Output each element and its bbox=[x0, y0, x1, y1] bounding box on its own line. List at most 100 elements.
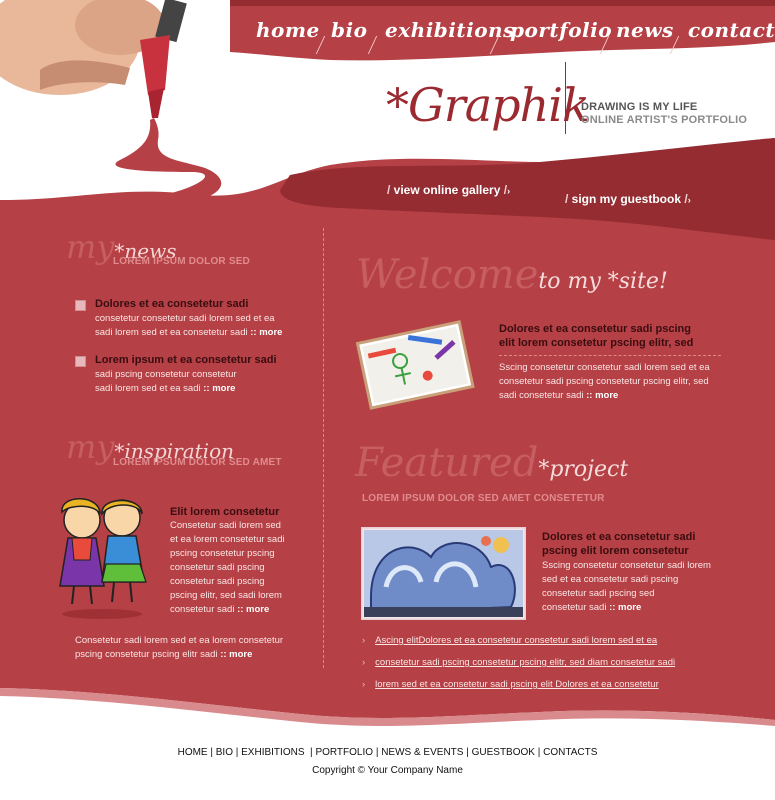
featured-subtitle: LOREM IPSUM DOLOR SED AMET CONSETETUR bbox=[362, 493, 605, 504]
footer-link-contacts[interactable]: CONTACTS bbox=[543, 747, 597, 758]
arrow-icon: › bbox=[507, 186, 511, 196]
more-link[interactable]: :: more bbox=[609, 602, 641, 613]
welcome-heading-small: to my *site! bbox=[538, 269, 668, 294]
inspiration-line: consetetur sadi pscing bbox=[170, 562, 265, 573]
tagline-primary: DRAWING IS MY LIFE bbox=[581, 101, 698, 113]
news-subtitle: LOREM IPSUM DOLOR SED bbox=[113, 256, 250, 267]
featured-link[interactable]: › Ascing elitDolores et ea consetetur con… bbox=[362, 635, 657, 646]
news-item-line: sadi lorem sed et ea sadi bbox=[95, 382, 201, 394]
slash-icon: / bbox=[565, 192, 572, 206]
featured-title-line: Dolores et ea consetetur sadi bbox=[542, 531, 696, 543]
slash-icon: / bbox=[681, 192, 688, 206]
featured-heading: Featured*project bbox=[355, 440, 628, 486]
featured-text-line: Sscing consetetur consetetur sadi lorem bbox=[542, 560, 711, 571]
featured-link-text: Ascing elitDolores et ea consetetur cons… bbox=[375, 635, 658, 646]
welcome-heading-big: Welcome bbox=[356, 252, 539, 298]
welcome-text-line: consetetur sadi pscing consetetur pscing… bbox=[499, 376, 709, 387]
inspiration-line: et ea lorem consetetur sadi bbox=[170, 534, 285, 545]
graffiti-image[interactable] bbox=[361, 527, 526, 620]
view-gallery-label: view online gallery bbox=[393, 183, 501, 197]
featured-heading-small: *project bbox=[538, 457, 629, 482]
featured-heading-big: Featured bbox=[355, 440, 539, 486]
welcome-text-line: Sscing consetetur consetetur sadi lorem … bbox=[499, 362, 710, 373]
dashed-divider bbox=[499, 355, 721, 356]
inspiration-line: pscing elitr, sed sadi lorem bbox=[170, 590, 282, 601]
featured-text-line: sed et ea consetetur sadi pscing bbox=[542, 574, 679, 585]
inspiration-heading-my: my bbox=[66, 428, 115, 466]
footer-link-bio[interactable]: BIO bbox=[216, 747, 233, 758]
site-logo[interactable]: *Graphik bbox=[386, 78, 590, 132]
footer-link-news-events[interactable]: NEWS & EVENTS bbox=[381, 747, 463, 758]
inspiration-subtitle: LOREM IPSUM DOLOR SED AMET bbox=[113, 457, 282, 468]
nav-exhibitions[interactable]: exhibitions bbox=[385, 18, 515, 42]
inspiration-footer-text: Consetetur sadi lorem sed et ea lorem co… bbox=[75, 634, 315, 662]
crayon-drawing-image[interactable] bbox=[353, 318, 478, 410]
featured-link[interactable]: › consetetur sadi pscing consetetur pscin… bbox=[362, 657, 675, 668]
news-item-title[interactable]: Lorem ipsum et ea consetetur sadi bbox=[95, 354, 277, 366]
news-item-text: sadi pscing consetetur consetetur sadi l… bbox=[95, 368, 310, 395]
welcome-title-line: elit lorem consetetur pscing elitr, sed bbox=[499, 337, 694, 349]
inspiration-line: consetetur sadi pscing bbox=[170, 576, 265, 587]
inspiration-item-text: Consetetur sadi lorem sed et ea lorem co… bbox=[170, 519, 310, 617]
guestbook-label: sign my guestbook bbox=[571, 192, 682, 206]
featured-title-line: pscing elit lorem consetetur bbox=[542, 545, 689, 557]
footer-nav: HOME | BIO | EXHIBITIONS | PORTFOLIO | N… bbox=[177, 747, 598, 758]
column-divider bbox=[323, 228, 324, 668]
footer-link-portfolio[interactable]: PORTFOLIO bbox=[315, 747, 373, 758]
footer-link-home[interactable]: HOME bbox=[178, 747, 208, 758]
copyright: Copyright © Your Company Name bbox=[312, 765, 463, 776]
news-item-line: consetetur consetetur sadi lorem sed et … bbox=[95, 313, 275, 324]
kids-drawing-image[interactable] bbox=[50, 494, 154, 620]
footer-link-exhibitions[interactable]: EXHIBITIONS bbox=[241, 747, 304, 758]
bullet-icon bbox=[75, 300, 86, 311]
inspiration-line: pscing consetetur pscing bbox=[170, 548, 275, 559]
main-nav: home bio exhibitions portfolio news cont… bbox=[0, 18, 775, 58]
welcome-title-line: Dolores et ea consetetur sadi pscing bbox=[499, 323, 691, 335]
news-heading-my: my bbox=[66, 228, 115, 266]
news-item-text: consetetur consetetur sadi lorem sed et … bbox=[95, 312, 310, 339]
news-item-line: sadi lorem sed et ea consetetur sadi bbox=[95, 326, 248, 338]
arrow-icon: › bbox=[687, 195, 691, 205]
nav-contact[interactable]: contact bbox=[688, 18, 775, 42]
welcome-item-title[interactable]: Dolores et ea consetetur sadi pscing eli… bbox=[499, 322, 739, 350]
more-link[interactable]: :: more bbox=[586, 390, 618, 401]
tagline-secondary: ONLINE ARTIST'S PORTFOLIO bbox=[581, 114, 748, 126]
featured-text-line: consetetur sadi pscing sed bbox=[542, 588, 655, 599]
featured-link[interactable]: › lorem sed et ea consetetur sadi pscing … bbox=[362, 679, 659, 690]
nav-home[interactable]: home bbox=[256, 18, 320, 42]
featured-text-line: consetetur sadi bbox=[542, 602, 607, 613]
view-gallery-link[interactable]: / view online gallery /› bbox=[387, 183, 510, 197]
inspiration-line: Consetetur sadi lorem sed bbox=[170, 520, 281, 531]
more-link[interactable]: :: more bbox=[220, 649, 252, 660]
featured-item-title[interactable]: Dolores et ea consetetur sadi pscing eli… bbox=[542, 530, 742, 558]
featured-link-text: lorem sed et ea consetetur sadi pscing e… bbox=[375, 679, 659, 690]
more-link[interactable]: :: more bbox=[250, 327, 282, 338]
nav-separator bbox=[367, 36, 380, 54]
welcome-text-line: sadi consetetur sadi bbox=[499, 390, 584, 401]
inspiration-line: consetetur sadi bbox=[170, 604, 235, 615]
inspiration-footer-line: pscing consetetur pscing elitr sadi bbox=[75, 649, 218, 660]
news-item-title[interactable]: Dolores et ea consetetur sadi bbox=[95, 298, 248, 310]
welcome-item-text: Sscing consetetur consetetur sadi lorem … bbox=[499, 361, 739, 403]
featured-link-text: consetetur sadi pscing consetetur pscing… bbox=[375, 657, 676, 668]
nav-news[interactable]: news bbox=[616, 18, 674, 42]
arrow-bullet-icon: › bbox=[362, 657, 366, 668]
news-item: Dolores et ea consetetur sadi consetetur… bbox=[75, 298, 305, 344]
inspiration-item-title[interactable]: Elit lorem consetetur bbox=[170, 505, 279, 519]
logo-divider bbox=[565, 62, 566, 134]
news-item: Lorem ipsum et ea consetetur sadi sadi p… bbox=[75, 354, 305, 400]
inspiration-footer-line: Consetetur sadi lorem sed et ea lorem co… bbox=[75, 635, 284, 646]
arrow-bullet-icon: › bbox=[362, 635, 366, 646]
page: home bio exhibitions portfolio news cont… bbox=[0, 0, 775, 800]
bullet-icon bbox=[75, 356, 86, 367]
arrow-bullet-icon: › bbox=[362, 679, 366, 690]
more-link[interactable]: :: more bbox=[203, 383, 235, 394]
nav-portfolio[interactable]: portfolio bbox=[510, 18, 612, 42]
footer-link-guestbook[interactable]: GUESTBOOK bbox=[472, 747, 535, 758]
featured-item-text: Sscing consetetur consetetur sadi lorem … bbox=[542, 559, 742, 615]
more-link[interactable]: :: more bbox=[237, 604, 269, 615]
slash-icon: / bbox=[387, 183, 394, 197]
guestbook-link[interactable]: / sign my guestbook /› bbox=[565, 192, 691, 206]
nav-bio[interactable]: bio bbox=[331, 18, 367, 42]
welcome-heading: Welcometo my *site! bbox=[356, 252, 668, 298]
